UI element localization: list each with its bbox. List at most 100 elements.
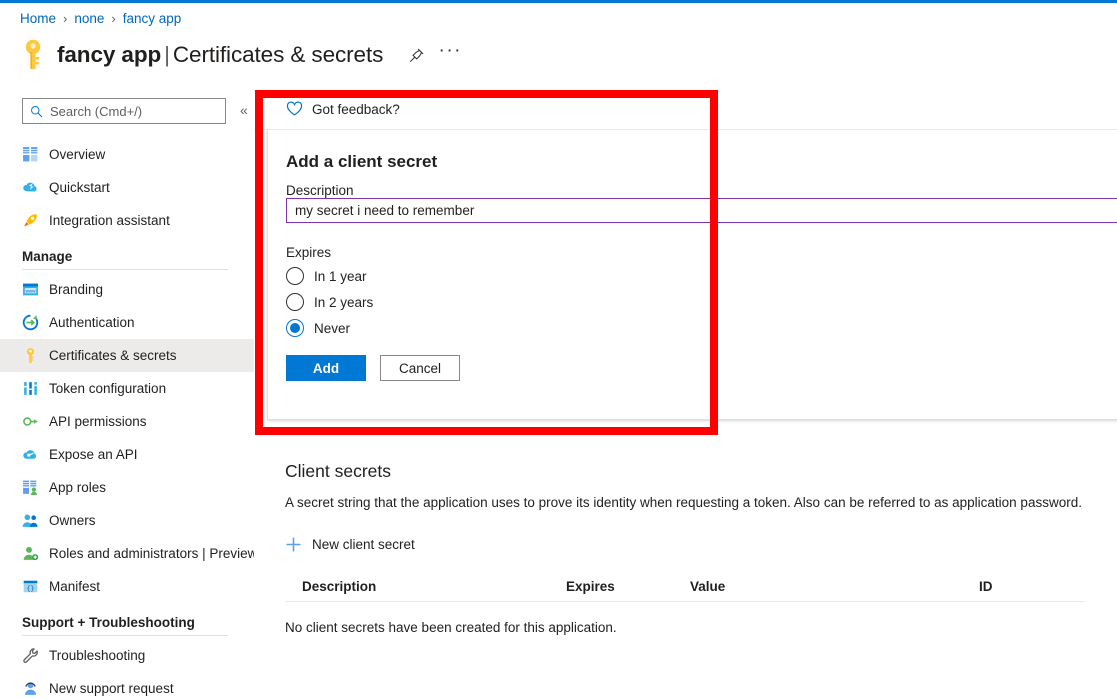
azure-portal-page: Home › none › fancy app fancy app|Certif… [0,0,1117,699]
sidebar-item-integration-assistant[interactable]: Integration assistant [0,204,254,237]
sidebar-group-divider [22,269,228,270]
sidebar-item-token-configuration[interactable]: Token configuration [0,372,254,405]
sidebar-item-api-permissions[interactable]: API permissions [0,405,254,438]
page-title-resource: fancy app [57,42,161,67]
table-header-row: Description Expires Value ID [285,572,1085,602]
heart-icon [286,101,303,117]
page-title-row: fancy app|Certificates & secrets ··· [18,36,461,74]
plus-icon [285,536,302,553]
ellipsis-icon[interactable]: ··· [439,44,461,66]
new-client-secret-label: New client secret [312,537,415,552]
table-empty-message: No client secrets have been created for … [285,620,1085,635]
breadcrumb-separator-icon: › [63,11,67,26]
sidebar-nav: Overview Quickstart Integration assistan… [0,138,254,699]
sidebar-item-label: App roles [49,480,106,495]
roles-admins-icon [22,545,39,562]
radio-mark-icon [286,267,304,285]
radio-never[interactable]: Never [286,315,373,341]
radio-label: In 1 year [314,269,367,284]
support-person-icon [22,680,39,697]
sidebar-item-label: Owners [49,513,96,528]
breadcrumb-separator-icon: › [111,11,115,26]
app-roles-icon [22,479,39,496]
key-icon [22,347,39,364]
sidebar-item-troubleshooting[interactable]: Troubleshooting [0,639,254,672]
quickstart-cloud-icon [22,179,39,196]
sidebar-item-certificates-secrets[interactable]: Certificates & secrets [0,339,254,372]
sidebar-group-title: Support + Troubleshooting [22,615,228,630]
sidebar-item-label: Quickstart [49,180,110,195]
svg-text:{}: {} [27,585,35,592]
collapse-sidebar-icon[interactable]: « [240,102,248,118]
add-button[interactable]: Add [286,355,366,381]
sidebar-item-label: Expose an API [49,447,138,462]
key-icon [18,38,48,72]
pin-icon[interactable] [405,44,427,66]
sidebar-item-label: Certificates & secrets [49,348,177,363]
sidebar-item-app-roles[interactable]: App roles [0,471,254,504]
sidebar-item-label: Overview [49,147,105,162]
description-input[interactable] [286,198,1117,223]
breadcrumb-item-none[interactable]: none [74,11,104,26]
rocket-icon [22,212,39,229]
new-client-secret-button[interactable]: New client secret [285,536,415,553]
breadcrumb: Home › none › fancy app [20,11,181,26]
breadcrumb-item-home[interactable]: Home [20,11,56,26]
main-content: Got feedback? Add a client secret Descri… [254,92,1117,699]
search-icon [30,105,43,118]
column-header-description[interactable]: Description [285,579,566,594]
sidebar-group-manage-header: Manage [0,249,254,270]
wrench-icon [22,647,39,664]
sidebar-item-label: Token configuration [49,381,166,396]
page-title-separator: | [164,42,170,67]
sidebar-item-expose-an-api[interactable]: Expose an API [0,438,254,471]
sidebar-search-row: Search (Cmd+/) « [0,98,254,130]
authentication-icon [22,314,39,331]
radio-label: Never [314,321,350,336]
sidebar-item-label: Branding [49,282,103,297]
sidebar-item-authentication[interactable]: Authentication [0,306,254,339]
description-label: Description [286,183,354,198]
got-feedback-button[interactable]: Got feedback? [286,101,400,117]
sidebar-item-new-support-request[interactable]: New support request [0,672,254,699]
sidebar-item-label: Troubleshooting [49,648,145,663]
sidebar-group-divider [22,635,228,636]
sidebar-item-manifest[interactable]: {} Manifest [0,570,254,603]
dialog-actions: Add Cancel [286,355,460,381]
manifest-icon: {} [22,578,39,595]
sidebar-item-label: Manifest [49,579,100,594]
sidebar-item-label: Roles and administrators | Preview [49,546,257,561]
sidebar: Search (Cmd+/) « Overview [0,92,254,699]
sidebar-item-quickstart[interactable]: Quickstart [0,171,254,204]
cancel-button[interactable]: Cancel [380,355,460,381]
column-header-value[interactable]: Value [690,579,979,594]
sidebar-item-owners[interactable]: Owners [0,504,254,537]
section-description: A secret string that the application use… [285,495,1082,510]
expires-label: Expires [286,245,331,260]
sidebar-item-overview[interactable]: Overview [0,138,254,171]
radio-label: In 2 years [314,295,373,310]
sidebar-item-label: New support request [49,681,174,696]
radio-mark-icon [286,319,304,337]
radio-mark-icon [286,293,304,311]
column-header-id[interactable]: ID [979,579,1079,594]
token-configuration-icon [22,380,39,397]
page-title-section: Certificates & secrets [173,42,383,67]
sidebar-item-branding[interactable]: www Branding [0,273,254,306]
sidebar-group-title: Manage [22,249,228,264]
radio-in-2-years[interactable]: In 2 years [286,289,373,315]
breadcrumb-item-fancy-app[interactable]: fancy app [123,11,182,26]
sidebar-item-label: Authentication [49,315,135,330]
overview-icon [22,146,39,163]
api-permissions-icon [22,413,39,430]
add-client-secret-dialog: Add a client secret Description Expires … [267,130,1117,420]
radio-in-1-year[interactable]: In 1 year [286,263,373,289]
client-secrets-table: Description Expires Value ID No client s… [285,572,1085,635]
sidebar-group-support-header: Support + Troubleshooting [0,615,254,636]
svg-text:www: www [26,288,36,293]
sidebar-item-label: API permissions [49,414,147,429]
search-input[interactable]: Search (Cmd+/) [22,98,226,124]
column-header-expires[interactable]: Expires [566,579,690,594]
sidebar-item-roles-and-administrators[interactable]: Roles and administrators | Preview [0,537,254,570]
expires-radio-group: In 1 year In 2 years Never [286,263,373,341]
